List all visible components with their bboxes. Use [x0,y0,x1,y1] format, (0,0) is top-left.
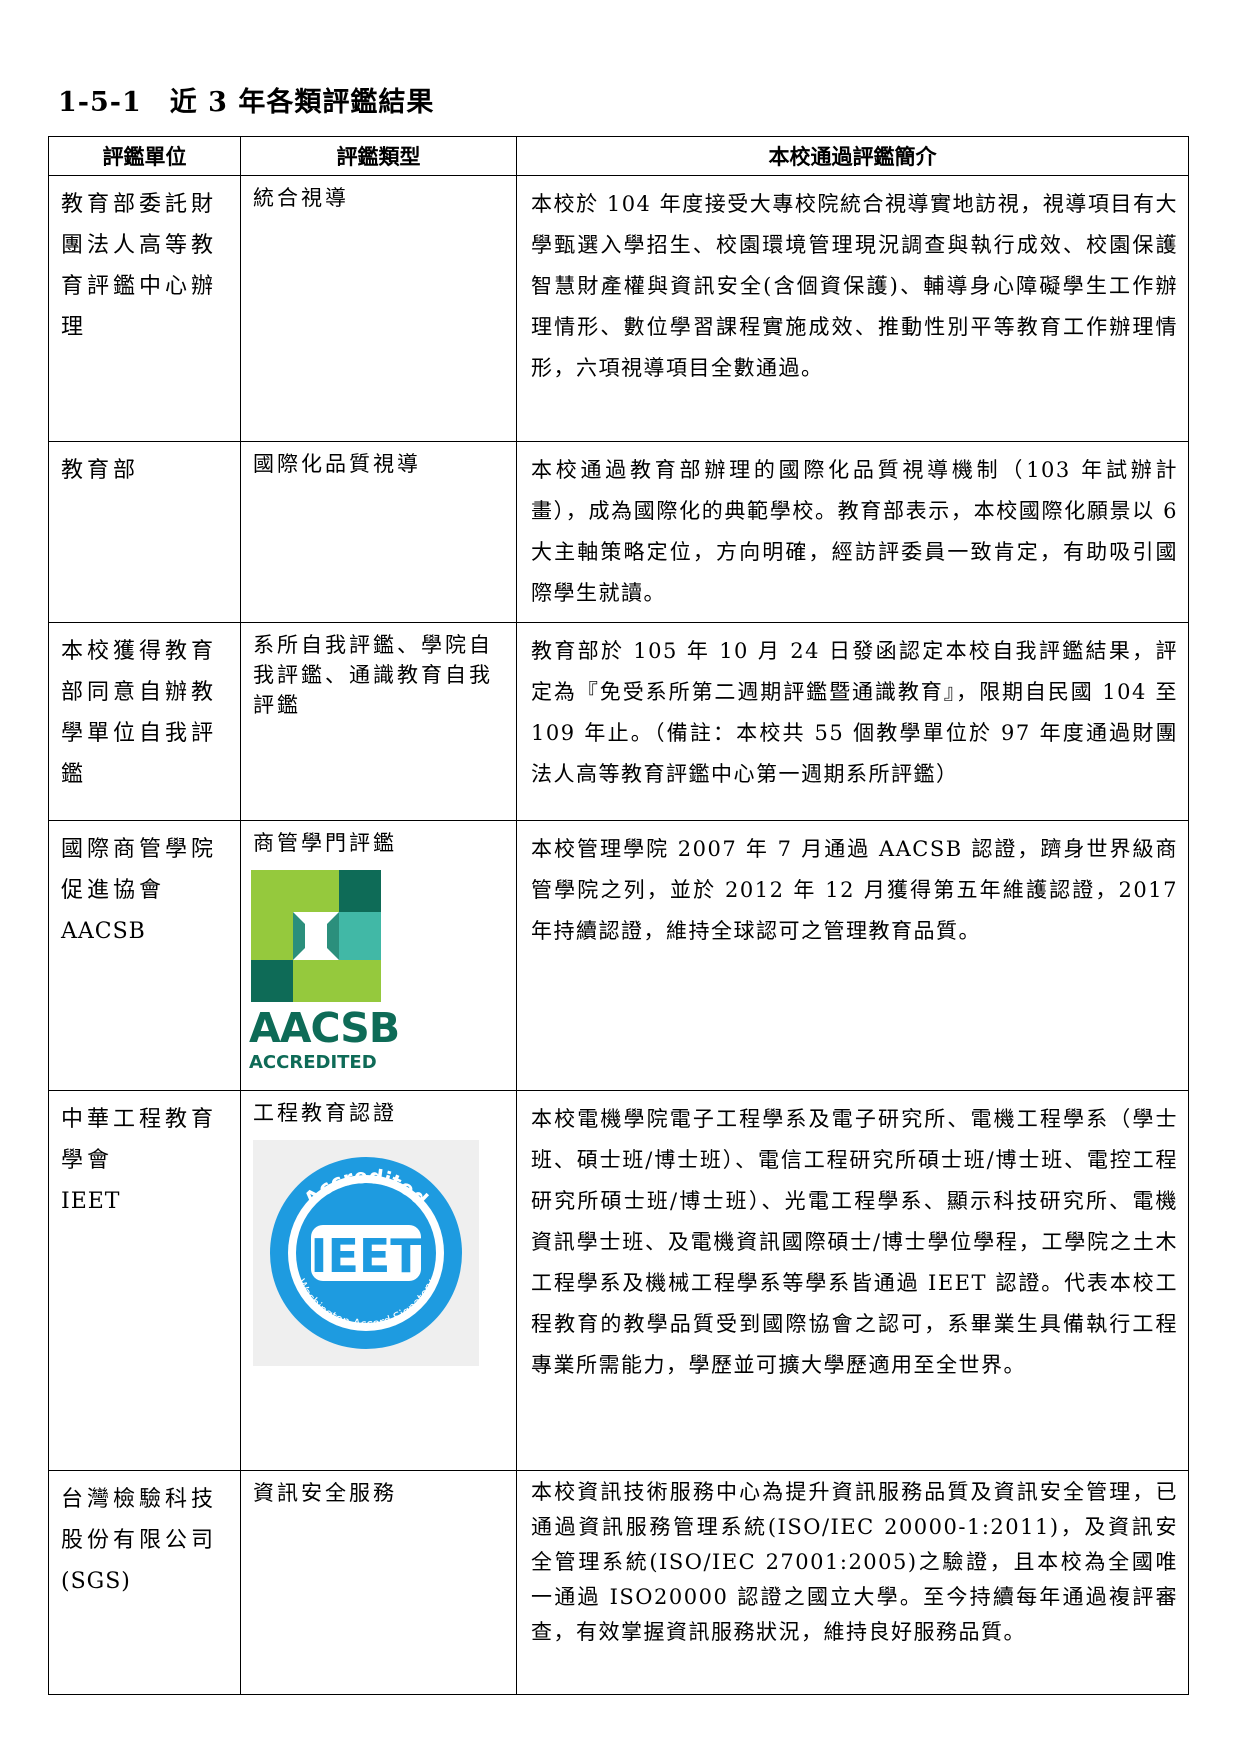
row-unit: 本校獲得教育部同意自辦教學單位自我評鑑 [48,622,241,821]
aacsb-logo-wordmark: AACSB [249,1004,399,1052]
row-type: 統合視導 [240,175,517,442]
row-unit: 教育部委託財團法人高等教育評鑑中心辦理 [48,175,241,442]
intro-text: 本校通過教育部辦理的國際化品質視導機制（103 年試辦計畫），成為國際化的典範學… [531,458,1178,605]
row-unit: 台灣檢驗科技股份有限公司 (SGS) [48,1470,241,1695]
type-text: 統合視導 [253,186,349,210]
intro-text: 本校於 104 年度接受大專校院統合視導實地訪視，視導項目有大學甄選入學招生、校… [531,192,1178,380]
aacsb-logo: AACSB ACCREDITED [249,870,400,1073]
row-intro: 本校管理學院 2007 年 7 月通過 AACSB 認證，躋身世界級商管學院之列… [516,820,1189,1091]
type-text: 工程教育認證 [253,1101,397,1125]
type-text: 資訊安全服務 [253,1481,397,1505]
table-row: 教育部 國際化品質視導 本校通過教育部辦理的國際化品質視導機制（103 年試辦計… [48,441,1189,623]
row-unit: 中華工程教育學會 IEET [48,1090,241,1471]
table-row: 教育部委託財團法人高等教育評鑑中心辦理 統合視導 本校於 104 年度接受大專校… [48,175,1189,442]
unit-text: 中華工程教育學會 IEET [49,1091,240,1222]
unit-text: 教育部 [61,458,140,483]
unit-name: 國際商管學院促進協會 [61,837,218,903]
row-type: 商管學門評鑑 AACSB ACCREDITED [240,820,517,1091]
intro-text: 本校電機學院電子工程學系及電子研究所、電機工程學系（學士班、碩士班/博士班）、電… [531,1107,1178,1377]
row-unit: 國際商管學院促進協會 AACSB [48,820,241,1091]
header-intro: 本校通過評鑑簡介 [516,136,1189,176]
row-type: 系所自我評鑑、學院自我評鑑、通識教育自我評鑑 [240,622,517,821]
row-type: 國際化品質視導 [240,441,517,623]
unit-abbr: IEET [61,1189,121,1214]
intro-text: 本校資訊技術服務中心為提升資訊服務品質及資訊安全管理，已通過資訊服務管理系統(I… [531,1480,1178,1644]
row-type: 工程教育認證 Accredited Washington Accord Sign… [240,1090,517,1471]
table-row: 本校獲得教育部同意自辦教學單位自我評鑑 系所自我評鑑、學院自我評鑑、通識教育自我… [48,622,1189,821]
row-intro: 教育部於 105 年 10 月 24 日發函認定本校自我評鑑結果，評定為『免受系… [516,622,1189,821]
table-row: 國際商管學院促進協會 AACSB 商管學門評鑑 AACSB ACCREDITED… [48,820,1189,1091]
row-intro: 本校資訊技術服務中心為提升資訊服務品質及資訊安全管理，已通過資訊服務管理系統(I… [516,1470,1189,1695]
type-text: 國際化品質視導 [253,452,421,476]
header-type: 評鑑類型 [240,136,517,176]
row-type: 資訊安全服務 [240,1470,517,1695]
type-text: 商管學門評鑑 [253,831,397,855]
unit-name: 台灣檢驗科技股份有限公司 [61,1487,218,1553]
unit-abbr: AACSB [61,919,146,944]
page-title: 1-5-1 近 3 年各類評鑑結果 [58,87,435,118]
unit-text: 教育部委託財團法人高等教育評鑑中心辦理 [61,192,218,340]
row-intro: 本校於 104 年度接受大專校院統合視導實地訪視，視導項目有大學甄選入學招生、校… [516,175,1189,442]
unit-name: 中華工程教育學會 [61,1107,218,1173]
intro-text: 本校管理學院 2007 年 7 月通過 AACSB 認證，躋身世界級商管學院之列… [531,837,1178,943]
unit-abbr: (SGS) [61,1569,131,1594]
row-intro: 本校通過教育部辦理的國際化品質視導機制（103 年試辦計畫），成為國際化的典範學… [516,441,1189,623]
evaluation-table: 評鑑單位 評鑑類型 本校通過評鑑簡介 教育部委託財團法人高等教育評鑑中心辦理 統… [48,136,1189,1695]
table-header-row: 評鑑單位 評鑑類型 本校通過評鑑簡介 [48,136,1189,176]
type-text: 系所自我評鑑、學院自我評鑑、通識教育自我評鑑 [253,633,493,717]
unit-text: 本校獲得教育部同意自辦教學單位自我評鑑 [61,639,218,787]
header-unit: 評鑑單位 [48,136,241,176]
intro-text: 教育部於 105 年 10 月 24 日發函認定本校自我評鑑結果，評定為『免受系… [531,639,1178,786]
row-unit: 教育部 [48,441,241,623]
table-row: 中華工程教育學會 IEET 工程教育認證 Accredited Washingt… [48,1090,1189,1471]
ieet-logo: Accredited Washington Accord Signatory I… [253,1140,479,1366]
row-intro: 本校電機學院電子工程學系及電子研究所、電機工程學系（學士班、碩士班/博士班）、電… [516,1090,1189,1471]
unit-text: 國際商管學院促進協會 AACSB [49,821,240,952]
unit-text: 台灣檢驗科技股份有限公司 (SGS) [49,1471,240,1602]
ieet-logo-wordmark: IEET [310,1229,422,1283]
table-row: 台灣檢驗科技股份有限公司 (SGS) 資訊安全服務 本校資訊技術服務中心為提升資… [48,1470,1189,1695]
aacsb-logo-subtext: ACCREDITED [249,1052,377,1073]
